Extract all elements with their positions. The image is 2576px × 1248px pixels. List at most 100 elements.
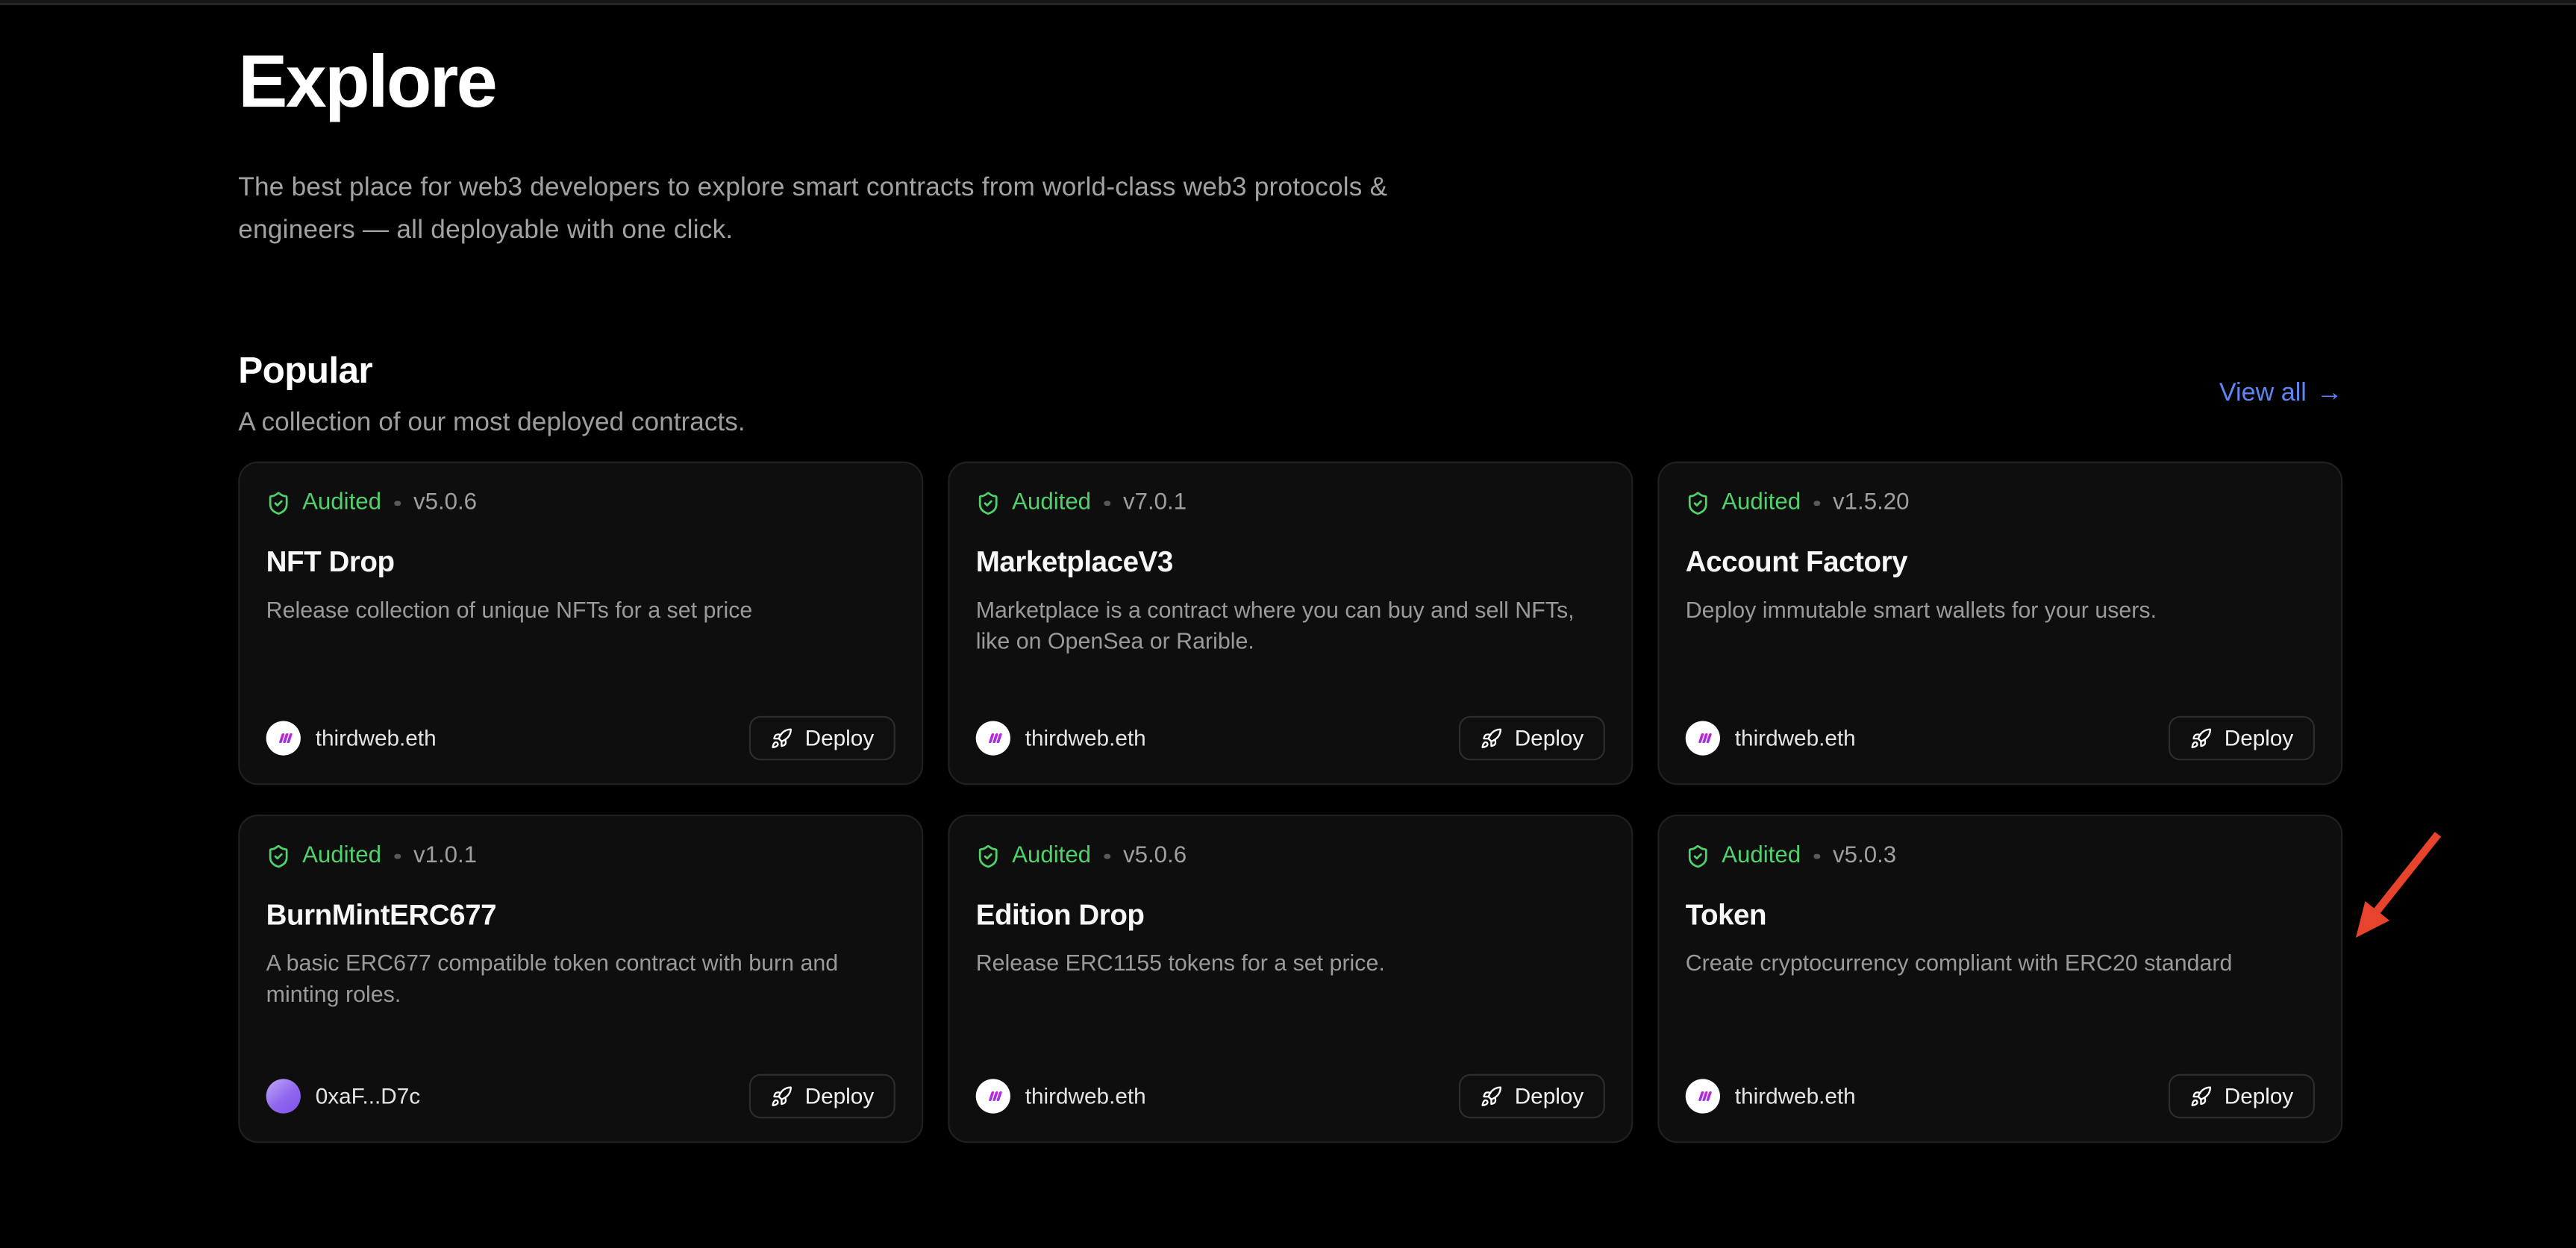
audited-badge: Audited [1686,490,1801,516]
popular-section-header: Popular A collection of our most deploye… [238,351,2342,439]
contract-description: Marketplace is a contract where you can … [976,597,1605,657]
contract-card-burnminterc677[interactable]: Audited v1.0.1 BurnMintERC677 A basic ER… [238,815,923,1144]
deploy-button[interactable]: Deploy [2169,717,2315,761]
thirdweb-logo-icon [1692,728,1714,750]
rocket-icon [2191,728,2213,750]
card-footer: thirdweb.eth Deploy [1686,717,2315,761]
publisher-link[interactable]: thirdweb.eth [976,721,1146,756]
thirdweb-logo-avatar [976,1079,1010,1114]
version-label: v1.0.1 [413,843,477,869]
publisher-link[interactable]: thirdweb.eth [1686,1079,1856,1114]
publisher-name: thirdweb.eth [1735,727,1856,751]
deploy-label: Deploy [805,1085,875,1109]
rocket-icon [1481,728,1504,750]
card-footer: thirdweb.eth Deploy [1686,1075,2315,1119]
dot-separator [1104,853,1110,859]
audited-badge: Audited [266,843,381,869]
contract-card-marketplacev3[interactable]: Audited v7.0.1 MarketplaceV3 Marketplace… [948,462,1633,786]
deploy-label: Deploy [2225,727,2294,751]
version-label: v7.0.1 [1123,490,1187,516]
view-all-link[interactable]: View all → [2219,380,2342,410]
deploy-button[interactable]: Deploy [1460,717,1605,761]
contract-title: Edition Drop [976,899,1605,933]
popular-header-text: Popular A collection of our most deploye… [238,351,745,439]
address-avatar [266,1079,301,1114]
dot-separator [395,853,401,859]
rocket-icon [2191,1086,2213,1109]
badge-row: Audited v1.0.1 [266,843,895,869]
deploy-button[interactable]: Deploy [2169,1075,2315,1119]
contracts-grid: Audited v5.0.6 NFT Drop Release collecti… [238,462,2342,1144]
thirdweb-logo-icon [272,728,294,750]
thirdweb-logo-avatar [1686,721,1720,756]
contract-title: Account Factory [1686,546,2315,580]
contract-card-token[interactable]: Audited v5.0.3 Token Create cryptocurren… [1657,815,2342,1144]
badge-row: Audited v5.0.6 [976,843,1605,869]
audited-badge: Audited [266,490,381,516]
window-top-border [0,0,2576,4]
contract-card-account-factory[interactable]: Audited v1.5.20 Account Factory Deploy i… [1657,462,2342,786]
contract-description: Release collection of unique NFTs for a … [266,597,895,627]
publisher-name: 0xaF...D7c [316,1085,420,1109]
audited-label: Audited [1722,490,1801,516]
deploy-label: Deploy [1515,727,1584,751]
version-label: v5.0.6 [1123,843,1187,869]
audited-badge: Audited [976,490,1091,516]
dot-separator [1814,853,1820,859]
deploy-button[interactable]: Deploy [750,1075,895,1119]
badge-row: Audited v5.0.3 [1686,843,2315,869]
contract-card-edition-drop[interactable]: Audited v5.0.6 Edition Drop Release ERC1… [948,815,1633,1144]
audited-label: Audited [1012,843,1091,869]
audited-badge: Audited [976,843,1091,869]
thirdweb-logo-avatar [1686,1079,1720,1114]
popular-description: A collection of our most deployed contra… [238,410,745,439]
publisher-link[interactable]: thirdweb.eth [266,721,437,756]
shield-check-icon [976,844,1001,868]
audited-label: Audited [302,843,381,869]
publisher-link[interactable]: thirdweb.eth [1686,721,1856,756]
popular-heading: Popular [238,351,745,393]
badge-row: Audited v5.0.6 [266,490,895,516]
deploy-label: Deploy [805,727,875,751]
shield-check-icon [266,491,291,515]
rocket-icon [772,728,794,750]
rocket-icon [772,1086,794,1109]
deploy-button[interactable]: Deploy [1460,1075,1605,1119]
card-footer: 0xaF...D7c Deploy [266,1075,895,1119]
audited-badge: Audited [1686,843,1801,869]
publisher-name: thirdweb.eth [316,727,437,751]
contract-description: Deploy immutable smart wallets for your … [1686,597,2315,627]
arrow-right-icon: → [2316,382,2342,408]
card-footer: thirdweb.eth Deploy [266,717,895,761]
contract-card-nft-drop[interactable]: Audited v5.0.6 NFT Drop Release collecti… [238,462,923,786]
main-content: Explore The best place for web3 develope… [0,39,2576,1144]
contract-title: MarketplaceV3 [976,546,1605,580]
publisher-name: thirdweb.eth [1025,727,1146,751]
contract-description: Create cryptocurrency compliant with ERC… [1686,950,2315,980]
contract-title: NFT Drop [266,546,895,580]
deploy-button[interactable]: Deploy [750,717,895,761]
dot-separator [395,501,401,507]
shield-check-icon [1686,491,1710,515]
card-footer: thirdweb.eth Deploy [976,1075,1605,1119]
card-footer: thirdweb.eth Deploy [976,717,1605,761]
publisher-name: thirdweb.eth [1025,1085,1146,1109]
thirdweb-logo-avatar [266,721,301,756]
badge-row: Audited v7.0.1 [976,490,1605,516]
version-label: v1.5.20 [1833,490,1909,516]
version-label: v5.0.6 [413,490,477,516]
page-title: Explore [238,39,2342,124]
contract-description: A basic ERC677 compatible token contract… [266,950,895,1010]
deploy-label: Deploy [2225,1085,2294,1109]
publisher-link[interactable]: 0xaF...D7c [266,1079,420,1114]
publisher-link[interactable]: thirdweb.eth [976,1079,1146,1114]
shield-check-icon [976,491,1001,515]
explore-page: Explore The best place for web3 develope… [0,0,2576,1248]
publisher-name: thirdweb.eth [1735,1085,1856,1109]
contract-description: Release ERC1155 tokens for a set price. [976,950,1605,980]
badge-row: Audited v1.5.20 [1686,490,2315,516]
audited-label: Audited [1722,843,1801,869]
thirdweb-logo-icon [982,1086,1004,1108]
audited-label: Audited [1012,490,1091,516]
version-label: v5.0.3 [1833,843,1896,869]
